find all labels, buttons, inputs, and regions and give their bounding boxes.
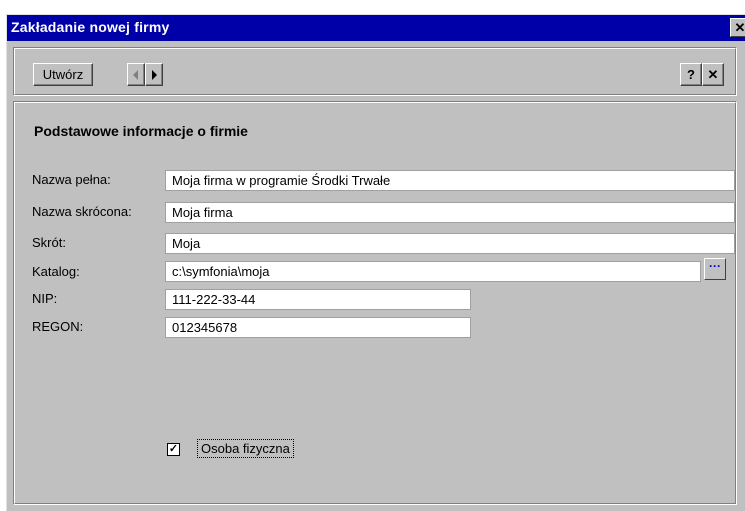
create-button[interactable]: Utwórz <box>33 63 93 86</box>
nip-label: NIP: <box>32 291 58 306</box>
regon-label: REGON: <box>32 319 84 334</box>
dialog-window: Zakładanie nowej firmy ✕ Utwórz ? ✕ Pods… <box>6 14 745 511</box>
full-name-field[interactable]: Moja firma w programie Środki Trwałe <box>165 170 735 191</box>
nip-field[interactable]: 111-222-33-44 <box>165 289 471 310</box>
abbreviation-field[interactable]: Moja <box>165 233 735 254</box>
arrow-right-icon <box>152 70 157 80</box>
short-name-label: Nazwa skrócona: <box>32 204 132 219</box>
title-bar[interactable]: Zakładanie nowej firmy ✕ <box>7 15 745 41</box>
short-name-field[interactable]: Moja firma <box>165 202 735 223</box>
directory-field[interactable]: c:\symfonia\moja <box>165 261 701 282</box>
previous-button[interactable] <box>127 63 145 86</box>
toolbar: Utwórz ? ✕ <box>13 47 737 96</box>
regon-field[interactable]: 012345678 <box>165 317 471 338</box>
window-title: Zakładanie nowej firmy <box>11 19 170 35</box>
directory-label: Katalog: <box>32 264 80 279</box>
window-close-button[interactable]: ✕ <box>730 18 745 37</box>
arrow-left-icon <box>133 70 138 80</box>
section-title: Podstawowe informacje o firmie <box>34 123 248 139</box>
abbreviation-label: Skrót: <box>32 235 66 250</box>
company-info-panel: Podstawowe informacje o firmie Nazwa peł… <box>13 101 737 505</box>
close-button[interactable]: ✕ <box>702 63 724 86</box>
natural-person-label[interactable]: Osoba fizyczna <box>197 439 294 458</box>
help-button[interactable]: ? <box>680 63 702 86</box>
full-name-label: Nazwa pełna: <box>32 172 111 187</box>
browse-directory-button[interactable]: ··· <box>704 258 726 280</box>
next-button[interactable] <box>145 63 163 86</box>
natural-person-checkbox[interactable]: ✓ <box>167 443 180 456</box>
